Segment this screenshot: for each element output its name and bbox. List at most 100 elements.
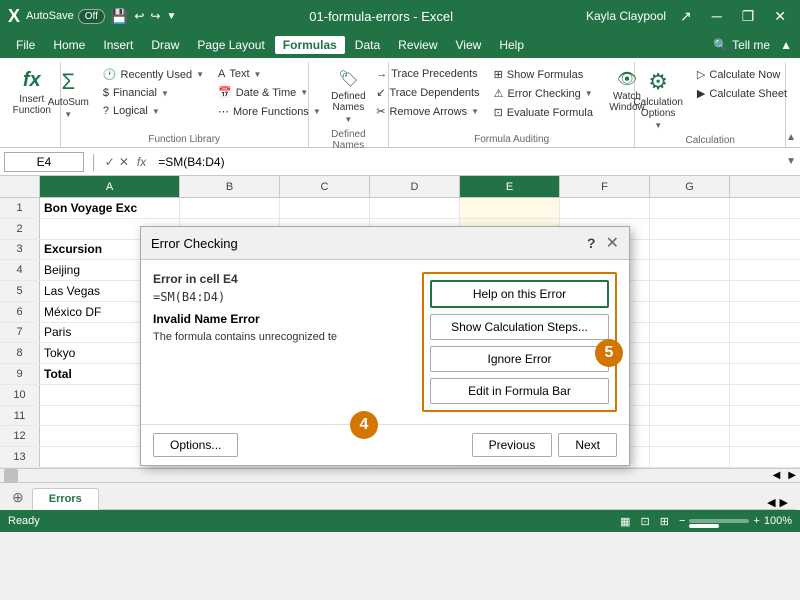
search-area: 🔍 Tell me bbox=[713, 38, 770, 52]
defined-names-label: DefinedNames bbox=[331, 91, 365, 113]
add-sheet-btn[interactable]: ⊕ bbox=[4, 485, 32, 510]
show-formulas-btn[interactable]: ⊞ Show Formulas bbox=[489, 66, 598, 83]
scrollbar-h-thumb[interactable] bbox=[4, 469, 18, 483]
function-library-content: Σ AutoSum ▼ 🕐 Recently Used ▼ $ Financia… bbox=[43, 66, 326, 132]
auditing-col2: ⊞ Show Formulas ⚠ Error Checking ▼ ⊡ Eva… bbox=[489, 66, 598, 121]
sheet-nav-right-btn[interactable]: ▶ bbox=[780, 496, 788, 509]
autosave-toggle: AutoSave Off bbox=[26, 9, 105, 24]
tell-me-label[interactable]: Tell me bbox=[732, 38, 770, 52]
error-checking-dialog: Error Checking ? ✕ Error in cell E4 =SM(… bbox=[140, 226, 630, 466]
logical-icon: ? bbox=[103, 105, 109, 117]
undo-btn[interactable]: ↩ bbox=[134, 9, 144, 23]
zoom-out-btn[interactable]: − bbox=[679, 515, 685, 527]
redo-btn[interactable]: ↪ bbox=[150, 9, 160, 23]
calc-options-btn[interactable]: ⚙ CalculationOptions ▼ bbox=[628, 66, 687, 133]
calc-now-label: Calculate Now bbox=[709, 69, 780, 81]
calculation-content: ⚙ CalculationOptions ▼ ▷ Calculate Now ▶… bbox=[628, 66, 792, 133]
error-checking-btn[interactable]: ⚠ Error Checking ▼ bbox=[489, 85, 598, 102]
autosave-state[interactable]: Off bbox=[78, 9, 105, 24]
step-badge-4: 4 bbox=[350, 411, 378, 439]
menu-draw[interactable]: Draw bbox=[143, 36, 187, 54]
dialog-formula: =SM(B4:D4) bbox=[153, 290, 402, 304]
ribbon-scroll-up[interactable]: ▲ bbox=[786, 132, 796, 143]
customize-icon[interactable]: ▼ bbox=[166, 11, 176, 22]
save-icon[interactable]: 💾 bbox=[111, 8, 128, 25]
zoom-in-btn[interactable]: + bbox=[753, 515, 759, 527]
calc-col: ▷ Calculate Now ▶ Calculate Sheet bbox=[692, 66, 792, 102]
menu-review[interactable]: Review bbox=[390, 36, 445, 54]
autosum-btn[interactable]: Σ AutoSum ▼ bbox=[43, 66, 94, 122]
scrollbar-h-btns: ◀ ▶ bbox=[769, 470, 800, 481]
excel-logo: X bbox=[8, 6, 20, 27]
options-btn[interactable]: Options... bbox=[153, 433, 238, 457]
sheet-tabs: ⊕ Errors ◀ ▶ bbox=[0, 482, 800, 510]
sheet-tab-errors[interactable]: Errors bbox=[32, 488, 99, 510]
show-calc-steps-btn[interactable]: Show Calculation Steps... bbox=[430, 314, 609, 340]
calc-sheet-btn[interactable]: ▶ Calculate Sheet bbox=[692, 85, 792, 102]
dialog-close-btn[interactable]: ✕ bbox=[606, 233, 619, 253]
date-icon: 📅 bbox=[218, 86, 232, 99]
menu-view[interactable]: View bbox=[448, 36, 490, 54]
defined-names-arrow: ▼ bbox=[344, 115, 352, 124]
function-library-label: Function Library bbox=[148, 134, 220, 145]
trace-dependents-btn[interactable]: ↙ Trace Dependents bbox=[371, 84, 484, 101]
remove-arrows-label: Remove Arrows bbox=[389, 106, 467, 118]
ribbon-collapse-btn[interactable]: ▲ bbox=[780, 38, 792, 52]
formula-input[interactable] bbox=[154, 153, 782, 171]
view-normal-btn[interactable]: ▦ bbox=[620, 515, 630, 528]
text-arrow: ▼ bbox=[254, 70, 262, 79]
menu-file[interactable]: File bbox=[8, 36, 43, 54]
remove-arrows-btn[interactable]: ✂ Remove Arrows ▼ bbox=[371, 103, 484, 120]
zoom-slider-fill bbox=[689, 524, 719, 528]
dialog-body: Error in cell E4 =SM(B4:D4) Invalid Name… bbox=[141, 260, 629, 424]
cell-ref-input[interactable] bbox=[4, 152, 84, 172]
logical-btn[interactable]: ? Logical ▼ bbox=[98, 103, 209, 119]
formula-bar-expand[interactable]: ▼ bbox=[786, 156, 796, 167]
sheet-nav-left-btn[interactable]: ◀ bbox=[767, 496, 775, 509]
error-checking-icon: ⚠ bbox=[494, 87, 504, 100]
defined-names-btn[interactable]: 🏷 DefinedNames ▼ bbox=[326, 66, 370, 127]
trace-dependents-label: Trace Dependents bbox=[389, 87, 479, 99]
zoom-control: − + 100% bbox=[679, 515, 792, 527]
menu-help[interactable]: Help bbox=[491, 36, 532, 54]
cancel-icon[interactable]: ✕ bbox=[119, 155, 129, 169]
financial-btn[interactable]: $ Financial ▼ bbox=[98, 85, 209, 101]
menu-insert[interactable]: Insert bbox=[95, 36, 141, 54]
window-title: 01-formula-errors - Excel bbox=[176, 9, 586, 24]
accept-icon[interactable]: ✓ bbox=[105, 155, 115, 169]
previous-btn[interactable]: Previous bbox=[472, 433, 553, 457]
dialog-help-icon[interactable]: ? bbox=[587, 235, 596, 251]
menu-home[interactable]: Home bbox=[45, 36, 93, 54]
status-right: ▦ ⊡ ⊞ − + 100% bbox=[620, 515, 792, 528]
minimize-btn[interactable]: ─ bbox=[706, 6, 728, 26]
horizontal-scrollbar[interactable]: ◀ ▶ bbox=[0, 468, 800, 482]
edit-formula-bar-btn[interactable]: Edit in Formula Bar bbox=[430, 378, 609, 404]
zoom-slider[interactable] bbox=[689, 519, 749, 523]
scroll-left-btn[interactable]: ◀ bbox=[769, 470, 785, 481]
show-formulas-icon: ⊞ bbox=[494, 68, 503, 81]
close-btn[interactable]: ✕ bbox=[768, 6, 792, 27]
trace-precedents-icon: → bbox=[376, 68, 387, 80]
more-icon: ⋯ bbox=[218, 105, 229, 118]
dialog-nav-buttons: Previous Next bbox=[472, 433, 617, 457]
next-btn[interactable]: Next bbox=[558, 433, 617, 457]
view-page-btn[interactable]: ⊡ bbox=[641, 515, 650, 528]
recently-used-btn[interactable]: 🕐 Recently Used ▼ bbox=[98, 66, 209, 83]
menu-page-layout[interactable]: Page Layout bbox=[189, 36, 272, 54]
dialog-title-bar: Error Checking ? ✕ bbox=[141, 227, 629, 260]
dialog-title-right: ? ✕ bbox=[587, 233, 619, 253]
menu-formulas[interactable]: Formulas bbox=[275, 36, 345, 54]
evaluate-formula-btn[interactable]: ⊡ Evaluate Formula bbox=[489, 104, 598, 121]
scroll-right-btn[interactable]: ▶ bbox=[784, 470, 800, 481]
search-icon: 🔍 bbox=[713, 38, 728, 52]
financial-arrow: ▼ bbox=[161, 89, 169, 98]
menu-bar: File Home Insert Draw Page Layout Formul… bbox=[0, 32, 800, 58]
menu-data[interactable]: Data bbox=[347, 36, 388, 54]
help-on-error-btn[interactable]: Help on this Error bbox=[430, 280, 609, 308]
view-preview-btn[interactable]: ⊞ bbox=[660, 515, 669, 528]
share-btn[interactable]: ↗ bbox=[674, 6, 698, 27]
trace-precedents-btn[interactable]: → Trace Precedents bbox=[371, 66, 484, 82]
restore-btn[interactable]: ❐ bbox=[736, 6, 761, 27]
ignore-error-btn[interactable]: Ignore Error bbox=[430, 346, 609, 372]
calc-now-btn[interactable]: ▷ Calculate Now bbox=[692, 66, 792, 83]
